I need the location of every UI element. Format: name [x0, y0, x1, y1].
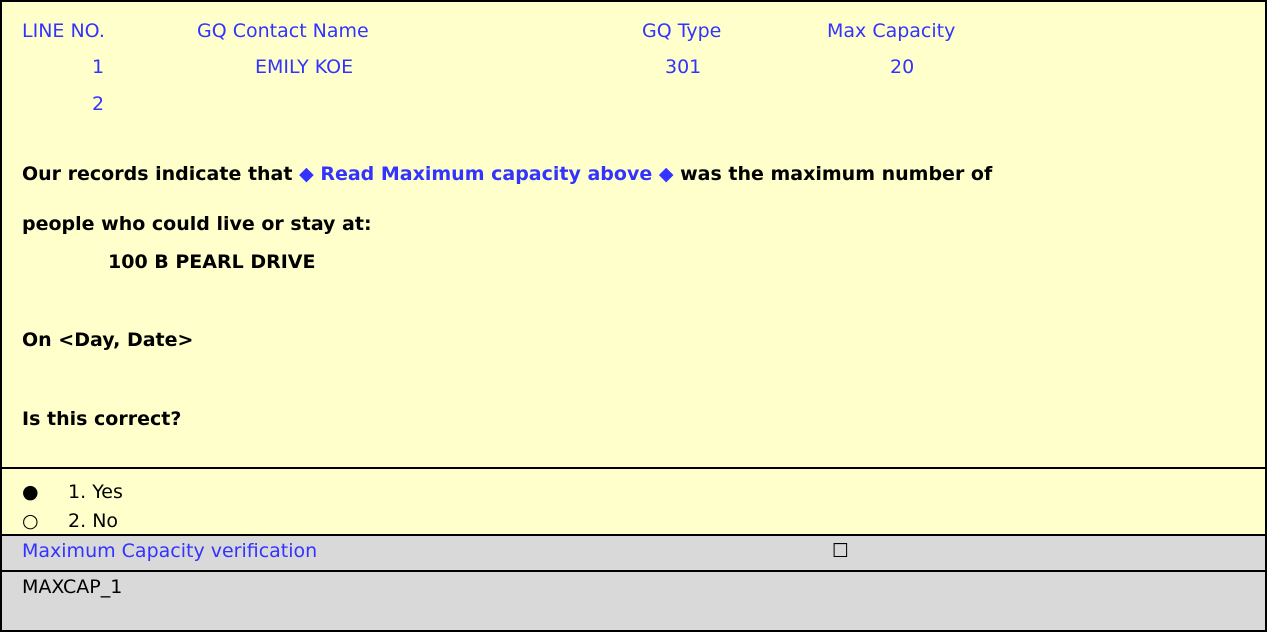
row-1-line-no: 1 [92, 56, 105, 78]
radio-unselected-icon: ○ [22, 510, 39, 532]
address: 100 B PEARL DRIVE [108, 251, 316, 273]
verification-row: Maximum Capacity verification ☐ [2, 534, 1265, 570]
verification-label: Maximum Capacity verification [22, 540, 318, 562]
row-1-gq-type: 301 [665, 56, 702, 78]
variable-name: MAXCAP_1 [22, 576, 123, 598]
row-2-line-no: 2 [92, 93, 105, 115]
row-1-contact-name: EMILY KOE [255, 56, 354, 78]
date-line: On <Day, Date> [22, 329, 194, 351]
option-no[interactable]: ○ 2. No [22, 509, 118, 533]
separator [2, 467, 1265, 469]
verification-checkbox[interactable]: ☐ [832, 536, 849, 566]
header-line-no: LINE NO. [22, 20, 105, 42]
row-1-max-capacity: 20 [890, 56, 915, 78]
confirm-question: Is this correct? [22, 408, 182, 430]
read-instruction: ◆ Read Maximum capacity above ◆ [299, 163, 674, 185]
header-gq-contact-name: GQ Contact Name [197, 20, 369, 42]
option-no-label: 2. No [68, 510, 119, 532]
question-text-start: Our records indicate that [22, 163, 293, 185]
variable-name-row: MAXCAP_1 [2, 570, 1265, 630]
option-yes[interactable]: ● 1. Yes [22, 480, 123, 504]
option-yes-label: 1. Yes [68, 481, 123, 503]
question-text-end: was the maximum number of [680, 163, 993, 185]
header-max-capacity: Max Capacity [827, 20, 956, 42]
header-gq-type: GQ Type [642, 20, 722, 42]
question-line-1: Our records indicate that ◆ Read Maximum… [22, 157, 992, 191]
radio-selected-icon: ● [22, 481, 39, 503]
question-screen: LINE NO. GQ Contact Name GQ Type Max Cap… [0, 0, 1267, 632]
question-line-2: people who could live or stay at: [22, 213, 372, 235]
